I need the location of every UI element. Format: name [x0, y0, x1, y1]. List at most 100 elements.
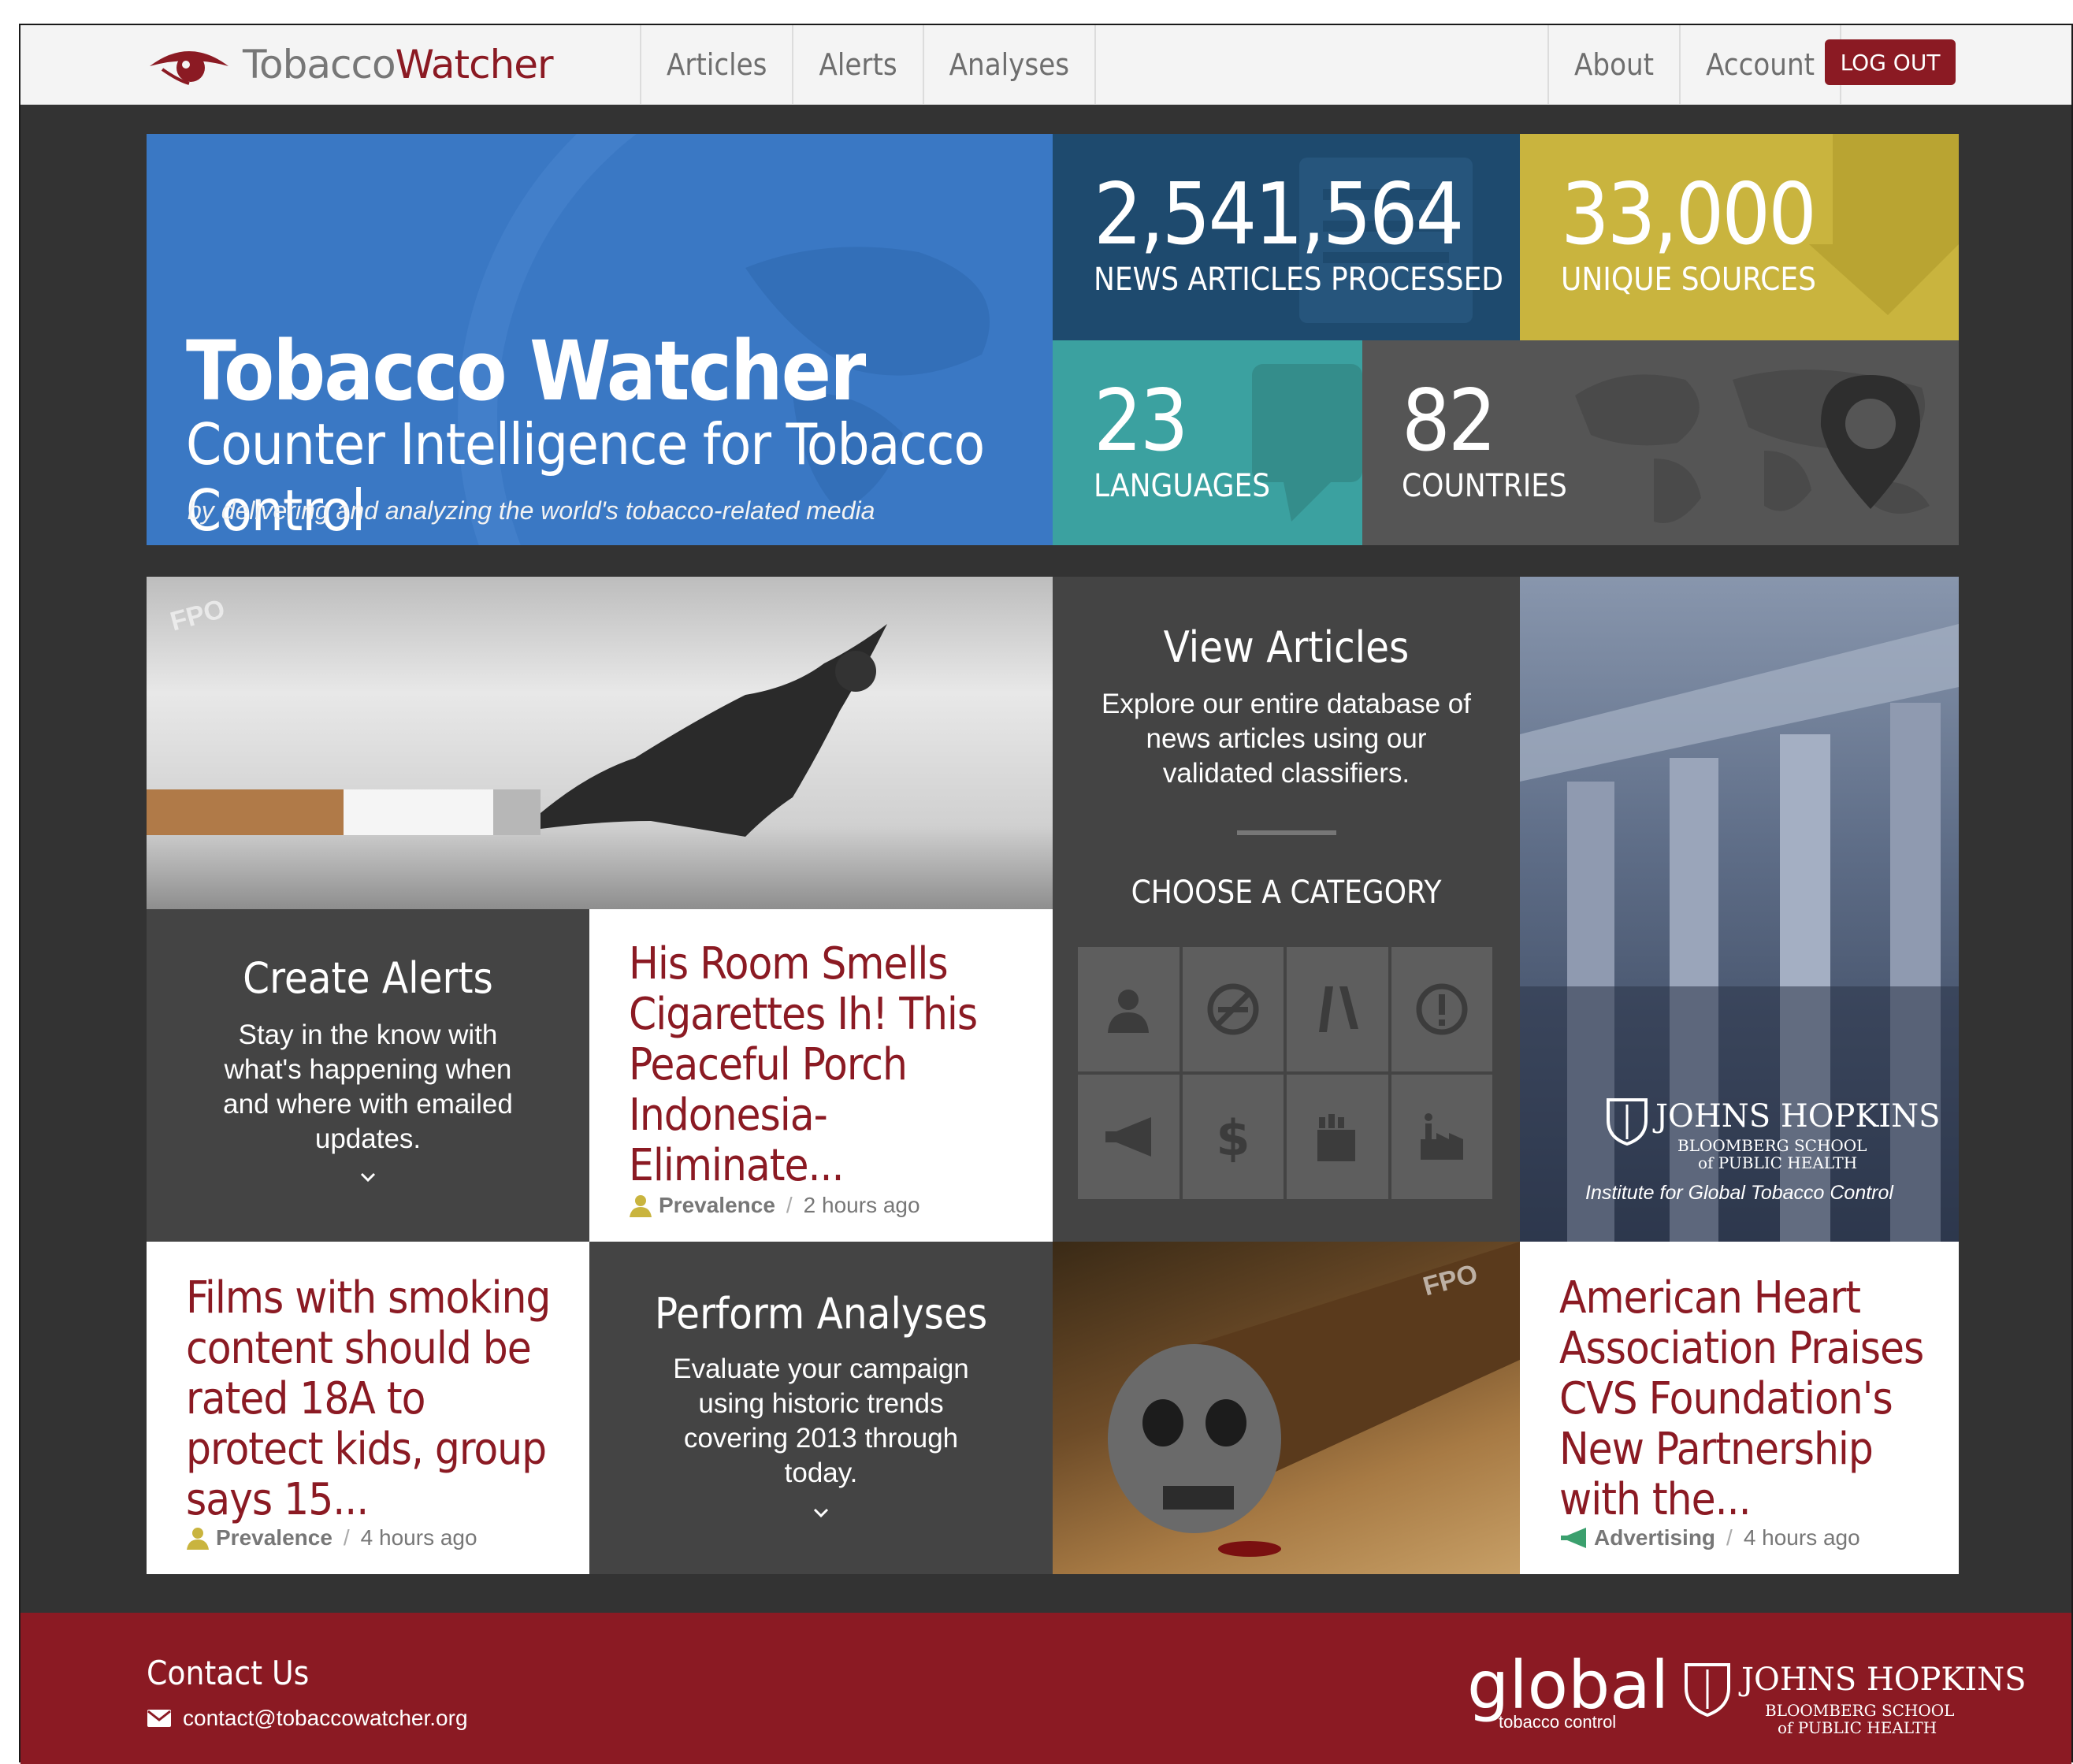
stat-languages-tile: 23 LANGUAGES — [1053, 340, 1362, 545]
contact-email-link[interactable]: contact@tobaccowatcher.org — [183, 1706, 468, 1731]
jhu-name: JOHNS HOPKINS — [1655, 1098, 1941, 1135]
hero-tagline: by delivering and analyzing the world's … — [188, 496, 875, 525]
top-navbar: Tobacco Watcher Articles Alerts Analyses… — [20, 25, 2071, 105]
category-alert[interactable] — [1391, 947, 1492, 1071]
article-title[interactable]: Films with smoking content should be rat… — [186, 1273, 558, 1525]
logout-button[interactable]: LOG OUT — [1825, 39, 1956, 85]
stat-sources-tile: 33,000 UNIQUE SOURCES — [1520, 134, 1959, 340]
footer-jhu-school: BLOOMBERG SCHOOL — [1765, 1701, 1955, 1720]
person-icon — [187, 1528, 209, 1550]
stat-sources-value: 33,000 — [1561, 165, 1817, 264]
brand-name-part2: Watcher — [395, 42, 554, 87]
meta-separator: / — [786, 1193, 793, 1217]
svg-text:$: $ — [1216, 1109, 1250, 1164]
article-time: 4 hours ago — [1743, 1525, 1860, 1550]
perform-analyses-title: Perform Analyses — [654, 1289, 988, 1339]
app-frame: Tobacco Watcher Articles Alerts Analyses… — [19, 24, 2073, 1764]
map-pin-icon — [1820, 375, 1921, 509]
category-advertising[interactable] — [1078, 1075, 1180, 1199]
dollar-icon: $ — [1216, 1109, 1250, 1164]
jhu-building-image: JOHNS HOPKINS BLOOMBERG SCHOOL of PUBLIC… — [1520, 577, 1959, 1242]
primary-nav: Articles Alerts Analyses — [640, 25, 1097, 104]
category-no-smoking[interactable] — [1182, 947, 1284, 1071]
view-articles-description: Explore our entire database of news arti… — [1102, 689, 1471, 789]
article-card[interactable]: American Heart Association Praises CVS F… — [1520, 1242, 1959, 1574]
no-smoking-icon — [1207, 983, 1259, 1035]
person-icon — [1108, 990, 1150, 1033]
jhu-institute: Institute for Global Tobacco Control — [1585, 1182, 1893, 1204]
nav-account[interactable]: Account — [1679, 25, 1842, 104]
perform-analyses-description: Evaluate your campaign using historic tr… — [673, 1354, 969, 1488]
perform-analyses-card[interactable]: Perform Analyses Evaluate your campaign … — [589, 1242, 1053, 1574]
nav-articles[interactable]: Articles — [640, 25, 792, 104]
cigarettes-icon — [1319, 986, 1359, 1032]
category-person[interactable] — [1078, 947, 1180, 1071]
stat-languages-label: LANGUAGES — [1094, 468, 1271, 504]
brand-logo[interactable]: Tobacco Watcher — [147, 41, 554, 88]
contact-heading: Contact Us — [147, 1654, 310, 1692]
meta-separator: / — [1726, 1525, 1733, 1550]
global-tobacco-logo[interactable]: global — [1467, 1652, 1669, 1718]
stat-languages-value: 23 — [1094, 372, 1189, 470]
footer: Contact Us contact@tobaccowatcher.org gl… — [20, 1613, 2071, 1764]
person-icon — [630, 1195, 652, 1217]
nav-alerts[interactable]: Alerts — [792, 25, 922, 104]
article-category[interactable]: Prevalence — [216, 1525, 332, 1550]
envelope-icon — [147, 1710, 171, 1727]
article-time: 2 hours ago — [803, 1193, 920, 1217]
nav-analyses[interactable]: Analyses — [922, 25, 1097, 104]
megaphone-icon — [1105, 1117, 1152, 1157]
category-industry[interactable] — [1391, 1075, 1492, 1199]
meta-separator: / — [343, 1525, 350, 1550]
cigarette-ash-figure-image — [147, 624, 887, 837]
create-alerts-description: Stay in the know with what's happening w… — [223, 1019, 513, 1154]
category-products[interactable] — [1287, 1075, 1388, 1199]
contact-email-row: contact@tobaccowatcher.org — [147, 1706, 468, 1731]
stat-articles-value: 2,541,564 — [1094, 165, 1464, 264]
view-articles-card[interactable]: View Articles Explore our entire databas… — [1053, 577, 1520, 1242]
stat-articles-label: NEWS ARTICLES PROCESSED — [1094, 262, 1504, 298]
article-category[interactable]: Prevalence — [659, 1193, 775, 1218]
article-card[interactable]: Films with smoking content should be rat… — [147, 1242, 589, 1574]
article-card[interactable]: His Room Smells Cigarettes Ih! This Peac… — [589, 909, 1053, 1242]
stat-countries-tile: 82 COUNTRIES — [1362, 340, 1959, 545]
hero-banner: Tobacco Watcher Counter Intelligence for… — [147, 134, 1053, 545]
footer-jhu-school-line2: of PUBLIC HEALTH — [1778, 1718, 1937, 1737]
stat-sources-label: UNIQUE SOURCES — [1561, 262, 1816, 298]
divider — [1237, 830, 1336, 835]
jhu-shield-icon — [1607, 1098, 1648, 1146]
global-tobacco-subtitle: tobacco control — [1499, 1712, 1617, 1732]
megaphone-icon — [1561, 1528, 1586, 1548]
article-time: 4 hours ago — [360, 1525, 477, 1550]
skull-cigar-image: FPO — [1053, 1242, 1520, 1574]
create-alerts-card[interactable]: Create Alerts Stay in the know with what… — [147, 909, 589, 1242]
choose-category-heading: CHOOSE A CATEGORY — [1131, 875, 1442, 911]
chevron-down-icon[interactable] — [810, 1505, 832, 1521]
alert-icon — [1416, 983, 1468, 1035]
category-economics[interactable]: $ — [1182, 1075, 1284, 1199]
cigarette-smoke-image: FPO — [147, 577, 1053, 909]
nav-about[interactable]: About — [1547, 25, 1679, 104]
jhu-school-line2: of PUBLIC HEALTH — [1698, 1153, 1858, 1172]
category-cigarettes[interactable] — [1287, 947, 1388, 1071]
eye-logo-icon — [150, 51, 228, 85]
chevron-down-icon[interactable] — [357, 1169, 379, 1185]
jhu-school: BLOOMBERG SCHOOL — [1677, 1136, 1867, 1155]
article-meta: Advertising / 4 hours ago — [1559, 1525, 1860, 1550]
view-articles-title: View Articles — [1163, 622, 1410, 672]
jhu-shield-icon — [1685, 1663, 1730, 1717]
article-meta: Prevalence / 4 hours ago — [186, 1525, 477, 1550]
article-title[interactable]: American Heart Association Praises CVS F… — [1559, 1273, 1927, 1525]
stat-countries-label: COUNTRIES — [1402, 468, 1567, 504]
article-category[interactable]: Advertising — [1594, 1525, 1715, 1550]
brand-name-part1: Tobacco — [243, 42, 396, 87]
create-alerts-title: Create Alerts — [243, 953, 493, 1003]
footer-jhu-name[interactable]: JOHNS HOPKINS — [1741, 1662, 2027, 1698]
stat-countries-value: 82 — [1402, 372, 1497, 470]
hero-title: Tobacco Watcher — [186, 323, 866, 419]
stat-articles-tile: 2,541,564 NEWS ARTICLES PROCESSED — [1053, 134, 1520, 340]
article-meta: Prevalence / 2 hours ago — [629, 1193, 920, 1218]
article-title[interactable]: His Room Smells Cigarettes Ih! This Peac… — [629, 939, 1021, 1191]
category-grid: $ — [1078, 947, 1492, 1199]
factory-icon — [1420, 1113, 1463, 1160]
